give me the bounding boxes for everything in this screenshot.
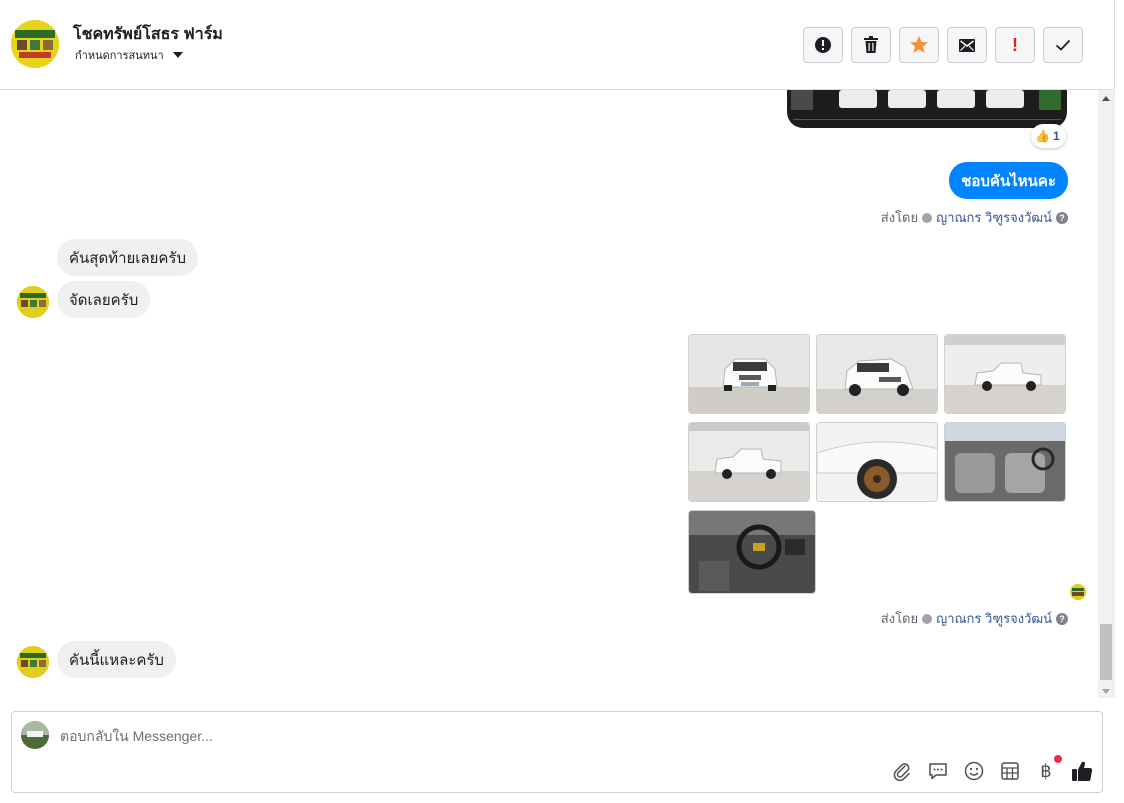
- read-receipt-avatar: [1070, 584, 1086, 600]
- conversation-header: โชคทรัพย์โสธร ฟาร์ม กำหนดการสนทนา !: [0, 0, 1115, 90]
- message-composer: ฿: [11, 711, 1103, 793]
- message-thread[interactable]: 👍 1 ชอบคันไหนคะ ส่งโดย ญาณกร วิฑูรจงวัฒน…: [0, 90, 1098, 698]
- agent-status-icon: [922, 212, 933, 223]
- follow-up-button[interactable]: !: [995, 27, 1035, 63]
- outgoing-message[interactable]: ชอบคันไหนคะ: [949, 162, 1068, 199]
- incoming-message[interactable]: จัดเลยครับ: [57, 281, 151, 318]
- car-photo[interactable]: [816, 334, 938, 414]
- banner-photo-thumb: [839, 90, 877, 108]
- trash-icon: [864, 36, 878, 53]
- mark-done-button[interactable]: [1043, 27, 1083, 63]
- appointment-button[interactable]: [998, 759, 1022, 783]
- notification-dot: [1054, 755, 1062, 763]
- sender-avatar[interactable]: [17, 286, 49, 318]
- red-exclamation-icon: !: [1012, 34, 1018, 55]
- car-photo[interactable]: [688, 422, 810, 502]
- car-photo[interactable]: [944, 334, 1066, 414]
- agent-status-icon: [922, 613, 933, 624]
- help-icon[interactable]: ?: [1056, 211, 1068, 224]
- check-icon: [1055, 39, 1071, 51]
- saved-replies-button[interactable]: [926, 759, 950, 783]
- like-icon: [1072, 761, 1093, 781]
- reaction-count: 1: [1052, 129, 1060, 143]
- banner-photo-thumb: [791, 90, 813, 110]
- thread-scrollbar[interactable]: [1098, 90, 1115, 698]
- emoji-button[interactable]: [962, 759, 986, 783]
- banner-logo-thumb: [1039, 90, 1061, 110]
- car-photo[interactable]: [688, 510, 816, 594]
- mark-unread-button[interactable]: [947, 27, 987, 63]
- emoji-icon: [964, 761, 984, 781]
- shared-image-banner[interactable]: [787, 90, 1067, 128]
- banner-footer: [793, 119, 1061, 125]
- star-button[interactable]: [899, 27, 939, 63]
- scroll-thumb[interactable]: [1100, 624, 1112, 680]
- paperclip-icon: [893, 763, 910, 781]
- sent-by-line: ส่งโดย ญาณกร วิฑูรจงวัฒน์ ?: [881, 608, 1068, 629]
- car-photo[interactable]: [688, 334, 810, 414]
- sender-avatar[interactable]: [17, 646, 49, 678]
- agent-name[interactable]: ญาณกร วิฑูรจงวัฒน์: [936, 608, 1052, 629]
- banner-photo-thumb: [986, 90, 1024, 108]
- like-reaction-icon: 👍: [1035, 129, 1050, 143]
- table-icon: [1001, 762, 1019, 780]
- assign-conversation-dropdown[interactable]: กำหนดการสนทนา: [75, 46, 183, 64]
- incoming-message[interactable]: คันสุดท้ายเลยครับ: [57, 239, 199, 276]
- chat-bubble-icon: [929, 763, 947, 780]
- composer-tools: ฿: [890, 755, 1094, 783]
- report-spam-button[interactable]: [803, 27, 843, 63]
- banner-photo-thumb: [888, 90, 926, 108]
- sent-by-label: ส่งโดย: [880, 611, 919, 626]
- scroll-up-arrow[interactable]: [1102, 96, 1110, 101]
- envelope-icon: [959, 39, 975, 52]
- scroll-down-arrow[interactable]: [1102, 689, 1110, 694]
- sent-by-label: ส่งโดย: [880, 210, 919, 225]
- help-icon[interactable]: ?: [1056, 612, 1068, 625]
- assign-label: กำหนดการสนทนา: [75, 50, 164, 62]
- send-like-button[interactable]: [1070, 759, 1094, 783]
- sent-by-line: ส่งโดย ญาณกร วิฑูรจงวัฒน์ ?: [881, 207, 1068, 228]
- agent-name[interactable]: ญาณกร วิฑูรจงวัฒน์: [936, 207, 1052, 228]
- caret-down-icon: [172, 52, 183, 58]
- delete-button[interactable]: [851, 27, 891, 63]
- star-icon: [910, 36, 928, 53]
- exclamation-circle-icon: [815, 37, 831, 53]
- payment-button[interactable]: ฿: [1034, 755, 1062, 783]
- reply-input[interactable]: [60, 726, 960, 746]
- car-photo[interactable]: [944, 422, 1066, 502]
- car-photo[interactable]: [816, 422, 938, 502]
- page-avatar[interactable]: [11, 20, 59, 68]
- attach-button[interactable]: [890, 759, 914, 783]
- incoming-message[interactable]: คันนี้แหละครับ: [57, 641, 176, 678]
- agent-avatar: [21, 721, 49, 749]
- page-name: โชคทรัพย์โสธร ฟาร์ม: [73, 26, 223, 43]
- reaction-badge[interactable]: 👍 1: [1031, 124, 1066, 148]
- conversation-actions: !: [803, 27, 1083, 63]
- baht-icon: ฿: [1040, 760, 1052, 782]
- banner-photo-thumb: [937, 90, 975, 108]
